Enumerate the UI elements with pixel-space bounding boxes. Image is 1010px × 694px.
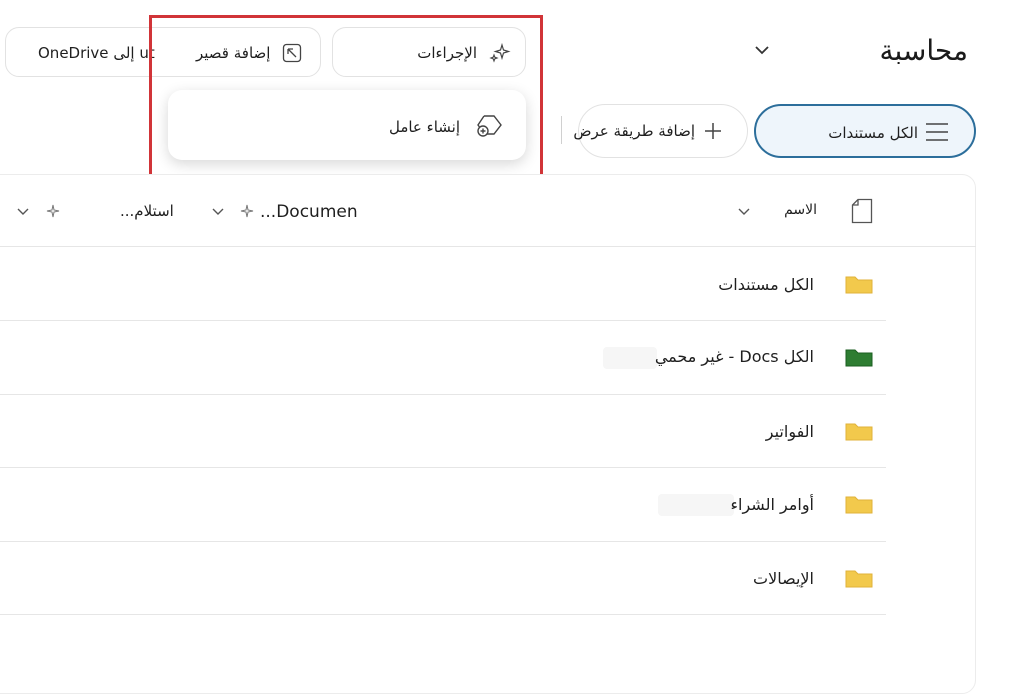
add-view-label: إضافة طريقة عرض	[573, 122, 695, 140]
row-name[interactable]: الإيصالات	[753, 569, 814, 588]
sparkle-icon	[240, 204, 254, 218]
current-view-label: الكل مستندات	[828, 124, 918, 142]
file-type-icon[interactable]	[851, 198, 873, 224]
chevron-down-icon[interactable]	[752, 40, 772, 60]
agent-add-icon	[477, 115, 502, 137]
row-divider	[0, 614, 886, 615]
shortcut-suffix: ut إلى OneDrive	[38, 44, 155, 62]
redacted-area	[603, 347, 657, 369]
actions-dropdown-menu: إنشاء عامل	[168, 90, 526, 160]
add-shortcut-button[interactable]: ut إلى OneDrive إضافة قصير	[5, 27, 321, 77]
row-name[interactable]: الكل Docs - غير محمي	[655, 347, 814, 366]
plus-icon	[705, 123, 721, 139]
toolbar-divider	[561, 116, 562, 144]
chevron-down-icon[interactable]	[211, 206, 225, 218]
folder-icon	[845, 496, 873, 514]
create-agent-label: إنشاء عامل	[388, 118, 460, 136]
table-row[interactable]: أوامر الشراء	[0, 468, 886, 540]
column-header-document[interactable]: Documen...	[260, 202, 358, 222]
create-agent-menu-item[interactable]: إنشاء عامل	[168, 90, 526, 160]
sparkle-icon	[489, 42, 511, 63]
column-header-name[interactable]: الاسم	[784, 202, 817, 218]
redacted-area	[658, 494, 734, 516]
current-view-selector[interactable]: الكل مستندات	[754, 104, 976, 158]
add-shortcut-label: إضافة قصير	[196, 44, 271, 62]
list-icon	[926, 123, 948, 141]
row-name[interactable]: أوامر الشراء	[731, 495, 815, 514]
column-header-receipt[interactable]: استلام...	[120, 202, 174, 220]
sparkle-icon	[46, 204, 60, 218]
page-title: محاسبة	[879, 34, 968, 67]
header-divider	[0, 246, 976, 247]
folder-icon	[845, 570, 873, 588]
shortcut-arrow-icon	[282, 43, 302, 63]
actions-button[interactable]: الإجراءات	[332, 27, 526, 77]
actions-label: الإجراءات	[417, 44, 477, 62]
add-view-button[interactable]: إضافة طريقة عرض	[573, 104, 748, 158]
table-row[interactable]: الكل Docs - غير محمي	[0, 321, 886, 393]
table-row[interactable]: الإيصالات	[0, 542, 886, 614]
folder-icon	[845, 276, 873, 294]
chevron-down-icon[interactable]	[16, 206, 30, 218]
chevron-down-icon[interactable]	[737, 206, 751, 218]
table-row[interactable]: الكل مستندات	[0, 248, 886, 320]
folder-icon	[845, 423, 873, 441]
row-name[interactable]: الفواتير	[766, 422, 814, 441]
folder-icon	[845, 349, 873, 367]
row-name[interactable]: الكل مستندات	[718, 275, 814, 294]
table-row[interactable]: الفواتير	[0, 395, 886, 467]
